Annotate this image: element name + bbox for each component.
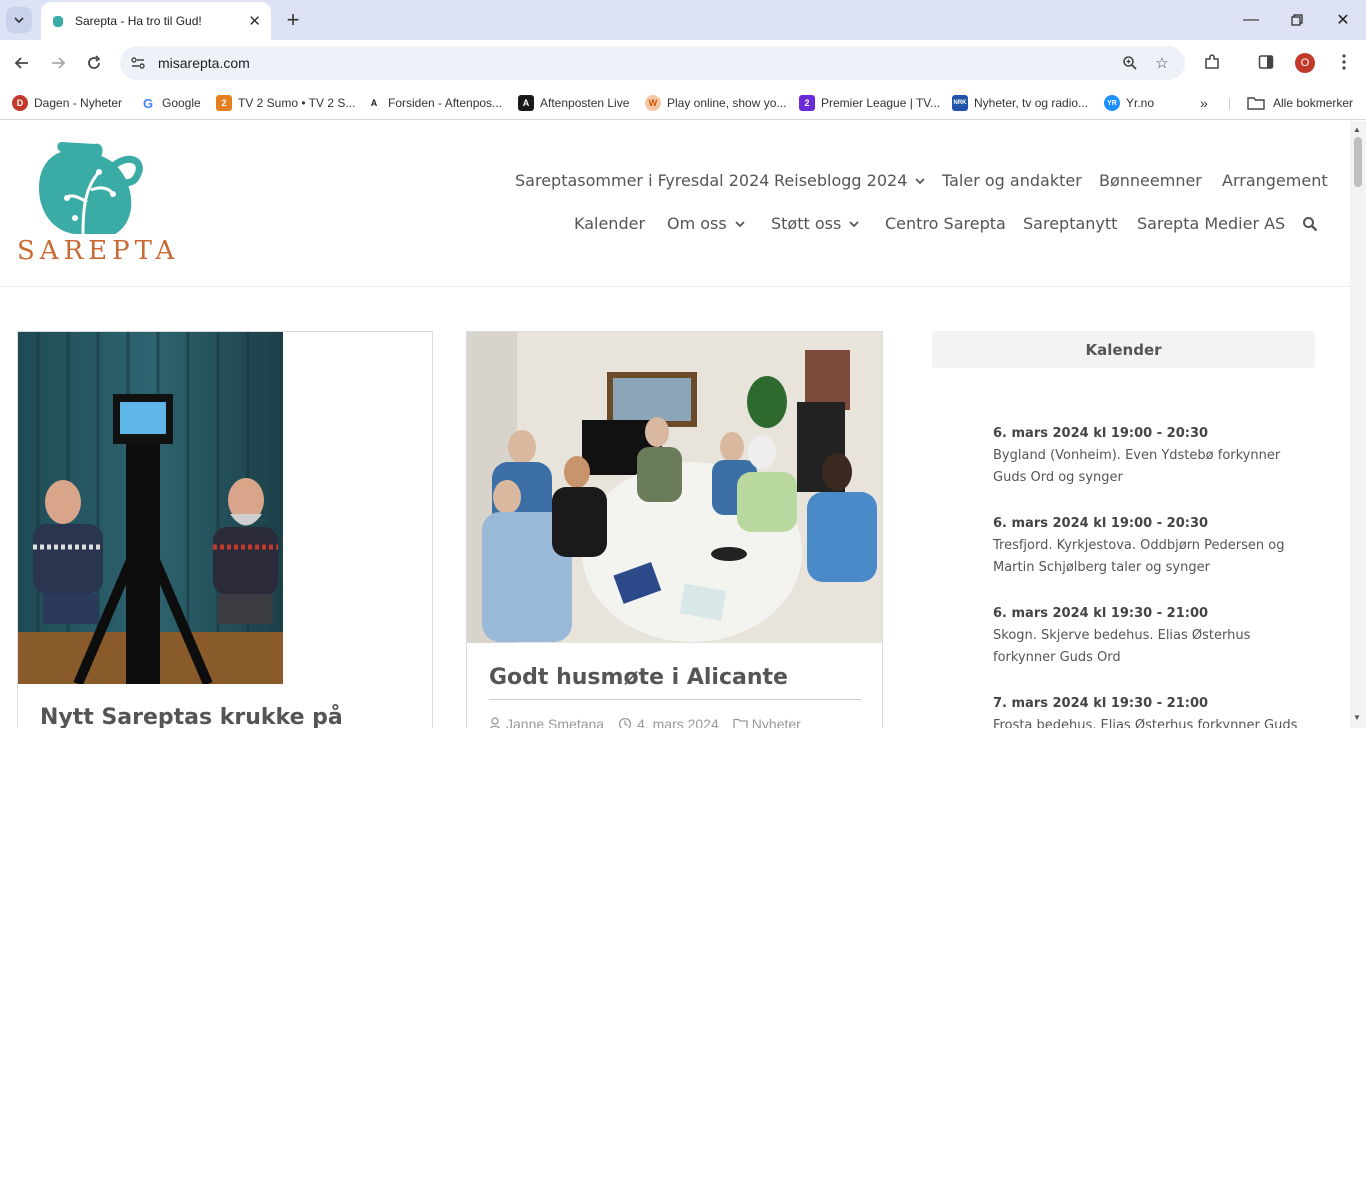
bookmark-star-icon[interactable]: ☆ <box>1152 53 1172 73</box>
url-input[interactable] <box>156 52 1056 74</box>
site-search-icon[interactable] <box>1302 216 1318 232</box>
bookmark-play-online[interactable]: W Play online, show yo... <box>645 93 786 113</box>
bookmark-aftenposten-live[interactable]: A Aftenposten Live <box>518 93 629 113</box>
event-description: Skogn. Skjerve bedehus. Elias Østerhus f… <box>993 628 1251 665</box>
nav-sarepta-medier[interactable]: Sarepta Medier AS <box>1137 214 1285 233</box>
aftenposten-icon: A <box>370 98 378 108</box>
scroll-down-icon[interactable]: ▼ <box>1353 713 1361 722</box>
restore-icon[interactable] <box>1282 8 1312 32</box>
nav-kalender[interactable]: Kalender <box>574 214 645 233</box>
web-page: SAREPTA Sareptasommer i Fyresdal 2024 Re… <box>0 121 1366 728</box>
tab-search-button[interactable] <box>6 7 32 33</box>
nav-centro-sarepta[interactable]: Centro Sarepta <box>885 214 1006 233</box>
tab-strip: Sarepta - Ha tro til Gud! ✕ + — ✕ <box>0 0 1366 40</box>
reload-icon[interactable] <box>82 51 106 75</box>
post-card[interactable]: Godt husmøte i Alicante Janne Smetana 4.… <box>466 331 883 728</box>
chevron-down-icon <box>14 17 24 24</box>
side-panel-icon[interactable] <box>1255 51 1277 73</box>
browser-menu-icon[interactable] <box>1333 51 1355 73</box>
bookmark-google[interactable]: G Google <box>140 93 201 113</box>
google-icon: G <box>142 95 154 111</box>
nav-taler-og-andakter[interactable]: Taler og andakter <box>942 171 1082 190</box>
forward-arrow-icon[interactable] <box>46 51 70 75</box>
nav-stott-oss[interactable]: Støtt oss <box>771 214 859 233</box>
zoom-icon[interactable] <box>1120 53 1140 73</box>
close-window-icon[interactable]: ✕ <box>1328 8 1358 32</box>
event-description: Frosta bedehus. Elias Østerhus forkynner… <box>993 718 1298 728</box>
event-description: Tresfjord. Kyrkjestova. Oddbjørn Pederse… <box>993 538 1285 575</box>
bookmark-premier-league[interactable]: 2 Premier League | TV... <box>799 93 940 113</box>
title-divider <box>489 699 861 700</box>
bookmarks-bar: D Dagen - Nyheter G Google 2 TV 2 Sumo • TV… <box>0 86 1366 120</box>
post-meta: Janne Smetana 4. mars 2024 Nyheter <box>489 716 801 728</box>
post-title[interactable]: Nytt Sareptas krukke på <box>40 705 343 728</box>
yr-icon: YR <box>1104 95 1120 111</box>
browser-tab[interactable]: Sarepta - Ha tro til Gud! ✕ <box>41 2 271 40</box>
chevron-down-icon <box>915 177 926 184</box>
nrk-icon: NRK <box>952 95 968 111</box>
post-category[interactable]: Nyheter <box>752 716 801 728</box>
site-settings-icon[interactable] <box>130 55 146 71</box>
clock-icon <box>618 717 632 728</box>
scrollbar-thumb[interactable] <box>1354 137 1362 187</box>
tv2-icon: 2 <box>216 95 232 111</box>
scroll-up-icon[interactable]: ▲ <box>1353 125 1361 134</box>
page-scrollbar[interactable]: ▲ ▼ <box>1350 121 1366 728</box>
address-bar[interactable]: ☆ <box>120 46 1185 80</box>
folder-icon <box>733 718 748 728</box>
calendar-event[interactable]: 6. mars 2024 kl 19:00 - 20:30 Tresfjord.… <box>993 513 1303 579</box>
bookmarks-divider: | <box>1228 96 1232 110</box>
user-icon <box>489 717 501 728</box>
post-author[interactable]: Janne Smetana <box>506 716 604 728</box>
event-time: 6. mars 2024 kl 19:30 - 21:00 <box>993 606 1209 621</box>
sarepta-favicon-icon <box>53 16 63 27</box>
sidebar-calendar-heading: Kalender <box>932 331 1315 368</box>
premier-league-icon: 2 <box>799 95 815 111</box>
site-header: SAREPTA Sareptasommer i Fyresdal 2024 Re… <box>0 121 1350 287</box>
chevron-down-icon <box>735 220 745 227</box>
bookmark-aftenposten-forsiden[interactable]: A Forsiden - Aftenpos... <box>366 93 502 113</box>
browser-toolbar: ☆ O <box>0 40 1366 86</box>
nav-reiseblogg[interactable]: Reiseblogg 2024 <box>774 171 926 190</box>
event-time: 6. mars 2024 kl 19:00 - 20:30 <box>993 516 1209 531</box>
dagen-icon: D <box>12 95 28 111</box>
post-title[interactable]: Godt husmøte i Alicante <box>489 665 788 690</box>
nav-arrangement[interactable]: Arrangement <box>1222 171 1328 190</box>
nav-bonneemner[interactable]: Bønneemner <box>1099 171 1202 190</box>
bookmark-yr[interactable]: YR Yr.no <box>1104 93 1154 113</box>
nav-sareptanytt[interactable]: Sareptanytt <box>1023 214 1117 233</box>
event-time: 7. mars 2024 kl 19:30 - 21:00 <box>993 696 1209 711</box>
site-logo-text[interactable]: SAREPTA <box>17 236 179 266</box>
bookmark-tv2-sumo[interactable]: 2 TV 2 Sumo • TV 2 S... <box>216 93 355 113</box>
minimize-icon[interactable]: — <box>1236 8 1266 32</box>
tab-close-icon[interactable]: ✕ <box>248 12 261 30</box>
all-bookmarks-button[interactable]: Alle bokmerker <box>1247 93 1353 113</box>
back-arrow-icon[interactable] <box>10 51 34 75</box>
bookmark-dagen[interactable]: D Dagen - Nyheter <box>12 93 122 113</box>
new-tab-button[interactable]: + <box>281 7 305 32</box>
profile-avatar[interactable]: O <box>1295 53 1315 73</box>
post-card[interactable]: Nytt Sareptas krukke på <box>17 331 433 728</box>
calendar-event[interactable]: 6. mars 2024 kl 19:00 - 20:30 Bygland (V… <box>993 423 1303 489</box>
folder-icon <box>1247 97 1265 110</box>
nav-om-oss[interactable]: Om oss <box>667 214 745 233</box>
post-image[interactable] <box>467 332 882 643</box>
aftenposten-live-icon: A <box>518 95 534 111</box>
calendar-event[interactable]: 6. mars 2024 kl 19:30 - 21:00 Skogn. Skj… <box>993 603 1303 669</box>
post-image[interactable] <box>18 332 283 684</box>
calendar-event[interactable]: 7. mars 2024 kl 19:30 - 21:00 Frosta bed… <box>993 693 1303 728</box>
post-date: 4. mars 2024 <box>637 716 719 728</box>
tab-title: Sarepta - Ha tro til Gud! <box>75 14 202 28</box>
event-description: Bygland (Vonheim). Even Ydstebø forkynne… <box>993 448 1281 485</box>
bookmark-nrk[interactable]: NRK Nyheter, tv og radio... <box>952 93 1088 113</box>
more-bookmarks-icon[interactable]: » <box>1200 93 1208 113</box>
extensions-icon[interactable] <box>1201 51 1223 73</box>
play-online-icon: W <box>645 95 661 111</box>
chevron-down-icon <box>849 220 859 227</box>
event-time: 6. mars 2024 kl 19:00 - 20:30 <box>993 426 1209 441</box>
nav-sareptasommer[interactable]: Sareptasommer i Fyresdal 2024 <box>515 171 769 190</box>
